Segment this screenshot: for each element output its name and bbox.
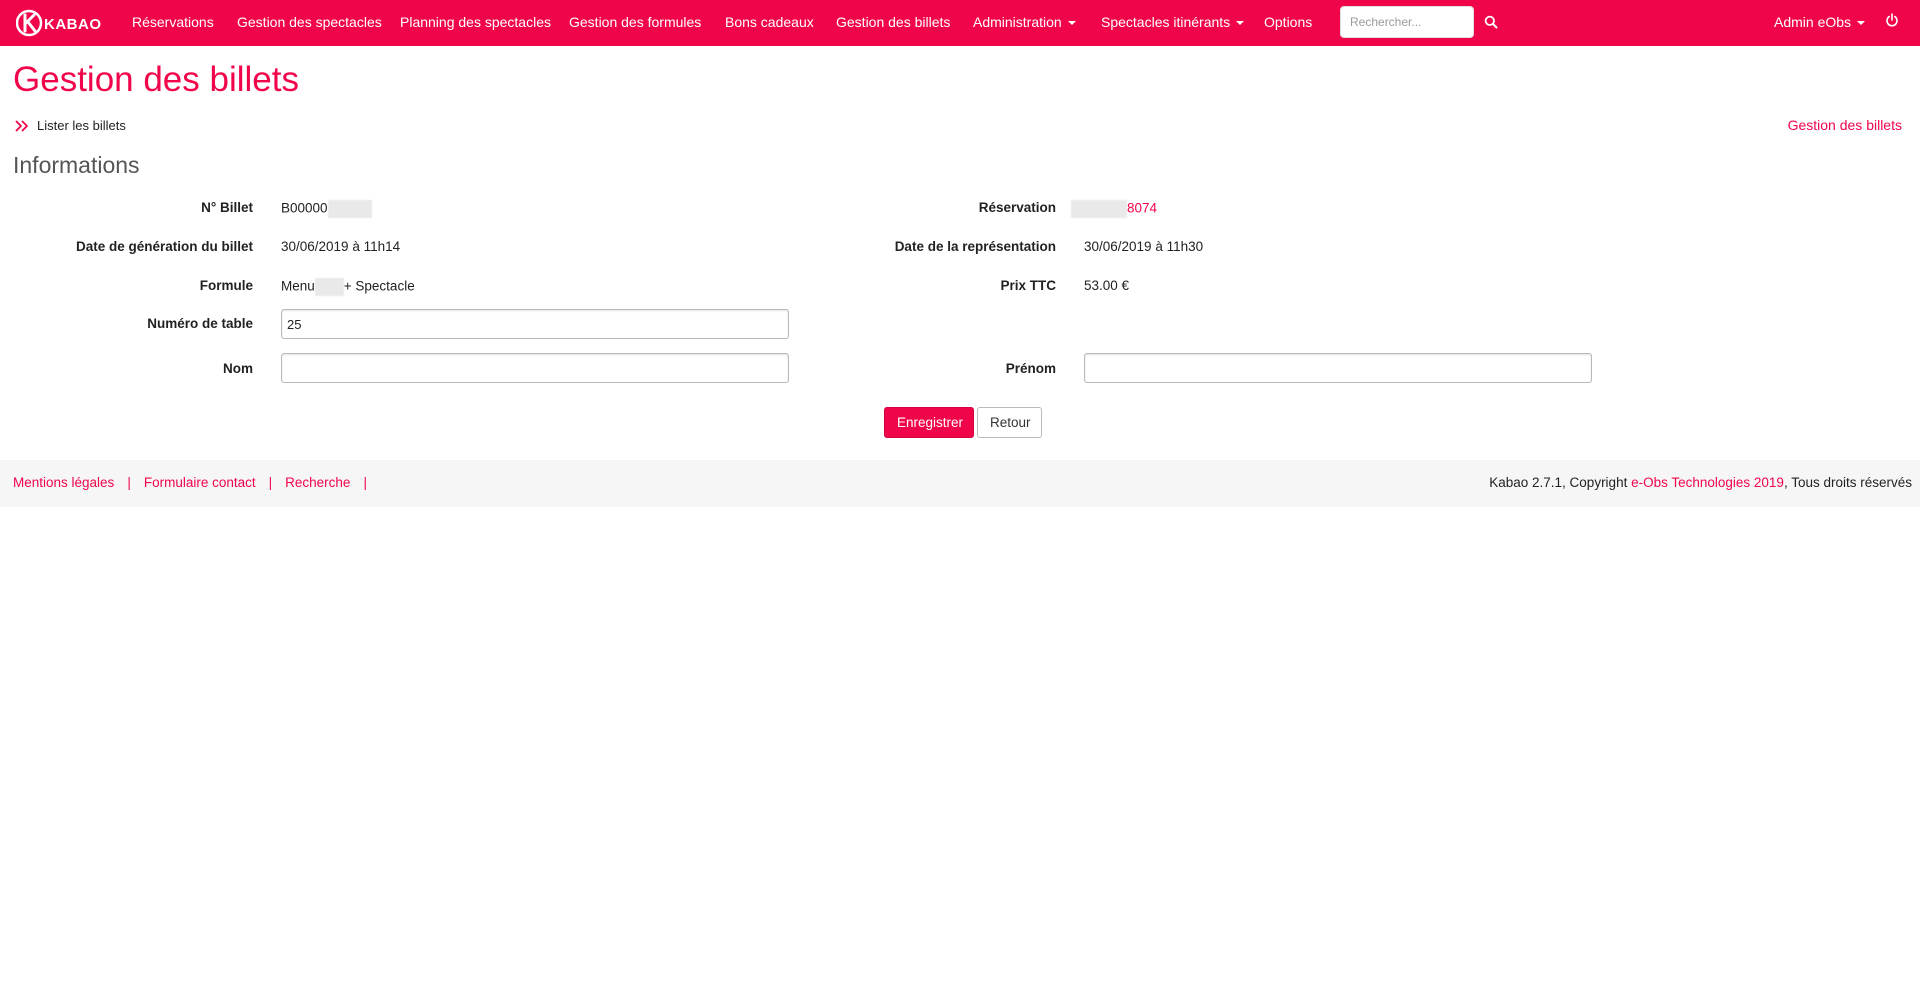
nav-administration[interactable]: Administration <box>973 14 1076 30</box>
prenom-label: Prénom <box>1005 361 1056 376</box>
nav-planning-spectacles[interactable]: Planning des spectacles <box>400 14 551 30</box>
back-button[interactable]: Retour <box>977 407 1042 438</box>
nav-reservations[interactable]: Réservations <box>132 14 214 30</box>
footer-separator: | <box>363 475 367 490</box>
user-menu-label: Admin eObs <box>1774 14 1852 30</box>
user-menu[interactable]: Admin eObs <box>1774 14 1866 30</box>
caret-down-icon <box>1067 21 1076 26</box>
caret-down-icon <box>1857 21 1866 26</box>
search-input[interactable] <box>1340 6 1474 38</box>
footer-link-formulaire-contact[interactable]: Formulaire contact <box>144 475 256 490</box>
top-navbar: KABAO Réservations Gestion des spectacle… <box>0 0 1920 46</box>
generation-date-value: 30/06/2019 à 11h14 <box>281 239 401 254</box>
svg-text:KABAO: KABAO <box>44 16 102 33</box>
breadcrumb-current[interactable]: Gestion des billets <box>1788 117 1902 133</box>
nav-gestion-billets[interactable]: Gestion des billets <box>836 14 950 30</box>
reservation-label: Réservation <box>978 200 1056 215</box>
nav-spectacles-itinerants[interactable]: Spectacles itinérants <box>1101 14 1245 30</box>
footer-link-recherche[interactable]: Recherche <box>285 475 350 490</box>
nom-input[interactable] <box>281 353 789 383</box>
nav-bons-cadeaux[interactable]: Bons cadeaux <box>725 14 814 30</box>
formule-value: Menu + Spectacle <box>281 278 415 296</box>
nav-gestion-formules[interactable]: Gestion des formules <box>569 14 701 30</box>
caret-down-icon <box>1236 21 1245 26</box>
redacted-area <box>1071 200 1127 218</box>
search-icon[interactable] <box>1484 15 1498 29</box>
footer-separator: | <box>127 475 131 490</box>
page-title: Gestion des billets <box>13 60 299 99</box>
prenom-input[interactable] <box>1084 353 1592 383</box>
breadcrumb-list-tickets[interactable]: Lister les billets <box>37 118 126 133</box>
table-number-input[interactable] <box>281 309 789 339</box>
formule-suffix: + Spectacle <box>343 278 415 294</box>
footer-copyright: Kabao 2.7.1, Copyright e-Obs Technologie… <box>1489 475 1912 490</box>
double-chevron-right-icon <box>14 119 30 133</box>
formule-prefix: Menu <box>281 278 315 294</box>
nav-spectacles-itinerants-label: Spectacles itinérants <box>1101 14 1231 30</box>
copyright-suffix: , Tous droits réservés <box>1783 475 1912 490</box>
footer-links: Mentions légales | Formulaire contact | Rech… <box>13 475 380 490</box>
redacted-area <box>314 278 344 296</box>
nav-options[interactable]: Options <box>1264 14 1312 30</box>
copyright-company-link[interactable]: e-Obs Technologies 2019 <box>1631 475 1784 490</box>
price-value: 53.00 € <box>1084 278 1130 293</box>
reservation-number: 8074 <box>1127 200 1158 216</box>
footer: Mentions légales | Formulaire contact | Rech… <box>0 460 1920 507</box>
reservation-link[interactable]: 8074 <box>1071 200 1157 218</box>
power-icon[interactable] <box>1885 13 1899 27</box>
representation-date-value: 30/06/2019 à 11h30 <box>1084 239 1204 254</box>
save-button[interactable]: Enregistrer <box>884 407 974 438</box>
representation-date-label: Date de la représentation <box>894 239 1056 254</box>
copyright-prefix: Kabao 2.7.1, Copyright <box>1489 475 1632 490</box>
nav-administration-label: Administration <box>973 14 1062 30</box>
generation-date-label: Date de génération du billet <box>75 239 253 254</box>
section-title-informations: Informations <box>13 152 140 178</box>
nom-label: Nom <box>223 361 253 376</box>
breadcrumb[interactable]: Lister les billets <box>14 118 126 133</box>
footer-separator: | <box>268 475 273 490</box>
ticket-number-label: N° Billet <box>201 200 253 215</box>
footer-link-mentions-legales[interactable]: Mentions légales <box>13 475 114 490</box>
table-number-label: Numéro de table <box>147 316 253 331</box>
formule-label: Formule <box>199 278 253 293</box>
ticket-number-value: B00000 <box>281 200 372 218</box>
kabao-logo[interactable]: KABAO <box>16 8 106 38</box>
price-label: Prix TTC <box>1000 278 1056 293</box>
redacted-area <box>327 200 372 218</box>
ticket-number-text: B00000 <box>281 200 328 216</box>
nav-gestion-spectacles[interactable]: Gestion des spectacles <box>237 14 382 30</box>
